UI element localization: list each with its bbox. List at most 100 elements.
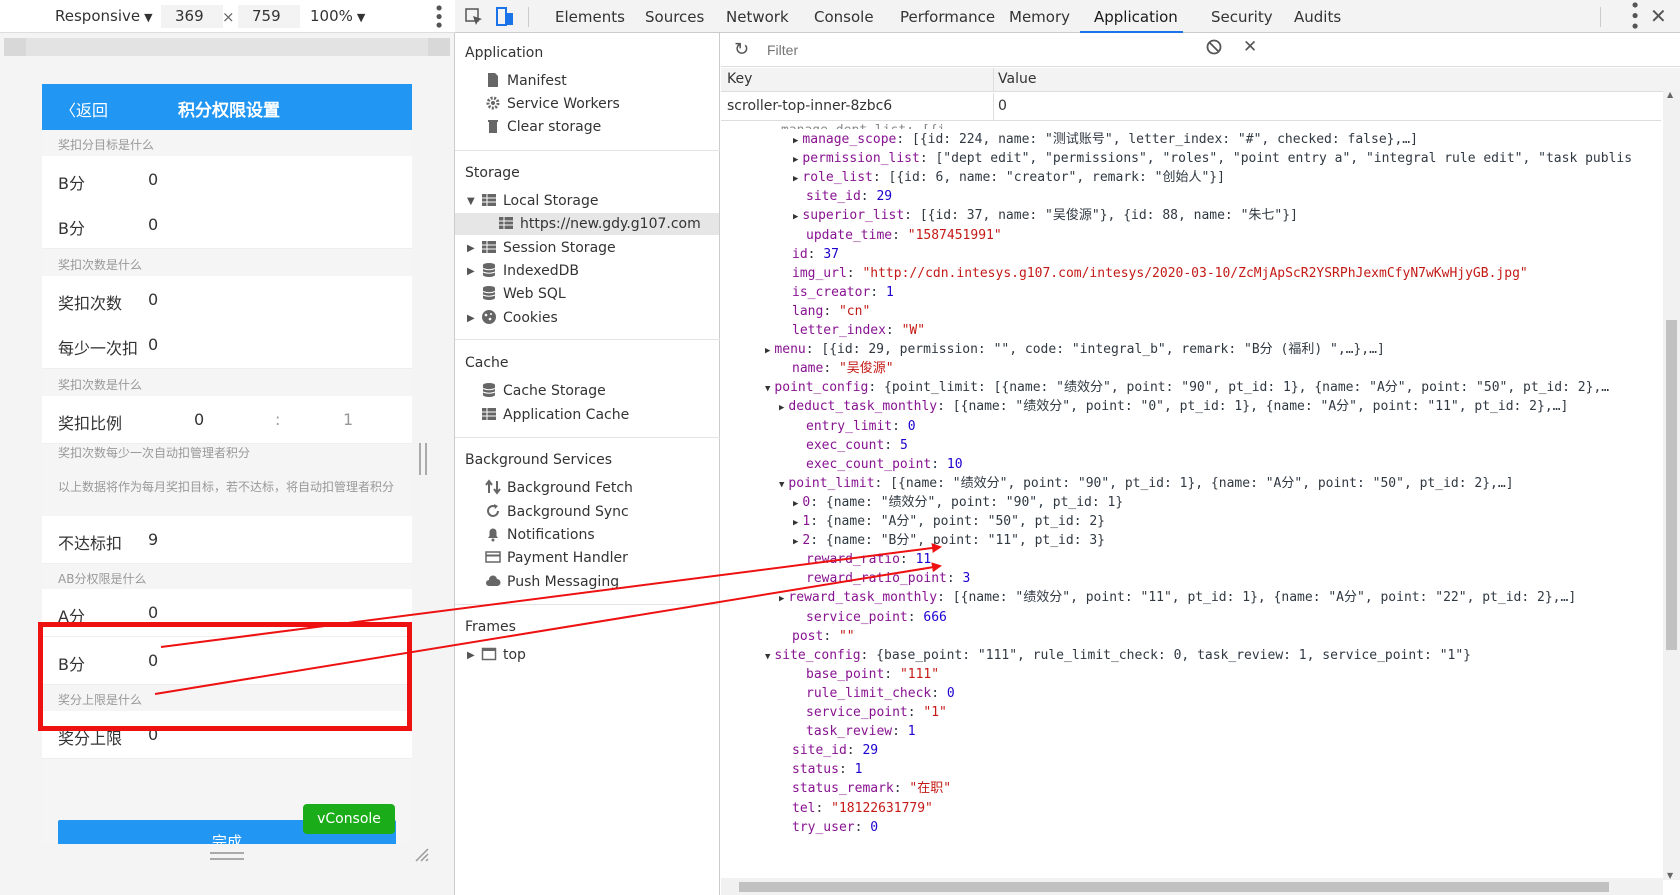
expand-arrow-icon[interactable]: ▶ <box>467 266 475 277</box>
sidebar-item-indexeddb[interactable]: IndexedDB <box>481 260 579 282</box>
expand-triangle-icon[interactable]: ▶ <box>779 594 784 604</box>
devtools-menu-icon[interactable]: ••• <box>1623 0 1644 31</box>
sidebar-item-push-messaging[interactable]: Push Messaging <box>485 571 619 593</box>
sidebar-item-payment-handler[interactable]: Payment Handler <box>485 547 628 569</box>
expand-arrow-icon[interactable]: ▶ <box>467 650 475 661</box>
inspector-property[interactable]: ▶ manage_scope: [{id: 224, name: "测试账号", … <box>793 130 1418 149</box>
sidebar-item-background-fetch[interactable]: Background Fetch <box>485 477 633 499</box>
inspector-property[interactable]: ▼ point_config: {point_limit: [{name: "绩效… <box>765 378 1609 397</box>
inspector-property[interactable]: ▶ 1: {name: "A分", point: "50", pt_id: 2} <box>793 512 1105 531</box>
expand-arrow-icon[interactable]: ▼ <box>467 196 475 207</box>
property-value: 1 <box>908 724 916 739</box>
more-options-icon[interactable]: ••• <box>427 3 448 29</box>
expand-triangle-icon[interactable]: ▶ <box>793 212 798 222</box>
tab-performance[interactable]: Performance <box>900 8 995 26</box>
tab-security[interactable]: Security <box>1211 8 1273 26</box>
column-header-key[interactable]: Key <box>727 71 752 87</box>
tab-sources[interactable]: Sources <box>645 8 704 26</box>
expand-arrow-icon[interactable]: ▶ <box>467 243 475 254</box>
property-value-text: 0 <box>870 819 879 835</box>
scroll-down-icon[interactable]: ▼ <box>1667 871 1673 880</box>
inspect-element-icon[interactable] <box>462 5 486 29</box>
sidebar-item-manifest[interactable]: Manifest <box>485 70 567 92</box>
expand-triangle-icon[interactable]: ▶ <box>793 155 798 165</box>
tab-memory[interactable]: Memory <box>1009 8 1070 26</box>
sidebar-item-service-workers[interactable]: Service Workers <box>485 93 620 115</box>
inspector-property[interactable]: ▼ point_limit: [{name: "绩效分", point: "90"… <box>779 474 1514 493</box>
filter-input[interactable] <box>761 39 1181 61</box>
collapse-triangle-icon[interactable]: ▼ <box>779 480 784 490</box>
group-title-application: Application <box>465 45 544 61</box>
vconsole-button[interactable]: vConsole <box>303 804 395 834</box>
form-row[interactable]: B分 0 <box>42 156 412 204</box>
sidebar-item-background-sync[interactable]: Background Sync <box>485 501 629 523</box>
expand-triangle-icon[interactable]: ▶ <box>793 174 798 184</box>
device-width-input[interactable]: 369 <box>161 5 223 28</box>
row-label: B分 <box>58 219 85 238</box>
sidebar-item-notifications[interactable]: Notifications <box>485 524 595 546</box>
table-row[interactable]: scroller-top-inner-8zbc6 0 <box>721 93 1661 121</box>
sidebar-item-session-storage[interactable]: Session Storage <box>481 237 616 259</box>
tab-audits[interactable]: Audits <box>1294 8 1341 26</box>
collapse-triangle-icon[interactable]: ▼ <box>765 384 770 394</box>
sidebar-item-local-storage-origin[interactable]: https://new.gdy.g107.com <box>455 213 719 235</box>
device-toggle-icon[interactable] <box>493 5 517 29</box>
expand-triangle-icon[interactable]: ▶ <box>793 136 798 146</box>
sidebar-item-frame-top[interactable]: top <box>481 644 526 666</box>
expand-triangle-icon[interactable]: ▶ <box>793 537 798 547</box>
inspector-property[interactable]: ▶ menu: [{id: 29, permission: "", code: "… <box>765 340 1385 359</box>
expand-triangle-icon[interactable]: ▶ <box>793 499 798 509</box>
ratio-row[interactable]: 奖扣比例 0 : 1 <box>42 396 412 444</box>
viewport-resize-handle-bottom[interactable] <box>210 852 244 860</box>
close-devtools-icon[interactable]: ✕ <box>1650 4 1667 28</box>
inspector-property[interactable]: ▶ permission_list: ["dept edit", "permiss… <box>793 149 1632 168</box>
property-key: post <box>792 628 824 644</box>
scrollbar-thumb[interactable] <box>739 882 1609 892</box>
device-mode-select[interactable]: Responsive ▼ <box>55 7 153 25</box>
viewport-resize-handle-right[interactable] <box>419 443 427 475</box>
inspector-horizontal-scrollbar[interactable] <box>721 878 1663 895</box>
scroll-up-icon[interactable]: ▲ <box>1667 90 1673 99</box>
sidebar-item-clear-storage[interactable]: Clear storage <box>485 116 601 138</box>
zoom-select[interactable]: 100% ▼ <box>310 7 365 25</box>
inspector-vertical-scrollbar[interactable]: ▲ ▼ <box>1663 90 1680 880</box>
expand-triangle-icon[interactable]: ▶ <box>779 403 784 413</box>
media-query-ruler[interactable] <box>4 38 450 56</box>
inspector-property[interactable]: ▶ reward_task_monthly: [{name: "绩效分", poi… <box>779 588 1576 607</box>
sidebar-item-cookies[interactable]: Cookies <box>481 307 558 329</box>
inspector-property[interactable]: ▶ 2: {name: "B分", point: "11", pt_id: 3} <box>793 531 1105 550</box>
tab-elements[interactable]: Elements <box>555 8 625 26</box>
collapse-triangle-icon[interactable]: ▼ <box>765 652 770 662</box>
inspector-property[interactable]: ▼ site_config: {base_point: "111", rule_l… <box>765 646 1471 665</box>
resize-corner-icon[interactable] <box>414 847 430 863</box>
column-header-value[interactable]: Value <box>998 71 1036 87</box>
device-height-input[interactable]: 759 <box>238 5 300 28</box>
inspector-property[interactable]: ▶ deduct_task_monthly: [{name: "绩效分", poi… <box>779 397 1568 416</box>
expand-triangle-icon[interactable]: ▶ <box>765 346 770 356</box>
back-button[interactable]: 〈返回 <box>60 97 108 121</box>
expand-arrow-icon[interactable]: ▶ <box>467 313 475 324</box>
inspector-property[interactable]: ▶ superior_list: [{id: 37, name: "吴俊源"}, … <box>793 206 1298 225</box>
tab-network[interactable]: Network <box>726 8 789 26</box>
sidebar-item-cache-storage[interactable]: Cache Storage <box>481 380 606 402</box>
form-row[interactable]: 不达标扣 9 <box>42 516 412 564</box>
property-colon: : <box>823 628 839 644</box>
refresh-icon[interactable]: ↻ <box>734 39 749 60</box>
property-value-text: 29 <box>862 743 879 759</box>
form-row[interactable]: 每少一次扣 0 <box>42 321 412 369</box>
form-row[interactable]: B分 0 <box>42 201 412 249</box>
inspector-property[interactable]: ▶ role_list: [{id: 6, name: "creator", re… <box>793 168 1225 187</box>
form-row[interactable]: 奖扣次数 0 <box>42 276 412 324</box>
property-colon: : <box>937 590 953 606</box>
clear-all-icon[interactable] <box>1206 39 1222 55</box>
delete-selected-icon[interactable]: ✕ <box>1243 37 1257 57</box>
inspector-property: name: "吴俊源" <box>779 359 894 378</box>
inspector-property[interactable]: ▶ 0: {name: "绩效分", point: "90", pt_id: 1} <box>793 493 1123 512</box>
sidebar-item-local-storage[interactable]: Local Storage <box>481 190 599 212</box>
tab-console[interactable]: Console <box>814 8 874 26</box>
scrollbar-thumb[interactable] <box>1666 320 1677 650</box>
sidebar-item-application-cache[interactable]: Application Cache <box>481 404 629 426</box>
expand-triangle-icon[interactable]: ▶ <box>793 518 798 528</box>
sidebar-item-web-sql[interactable]: Web SQL <box>481 283 566 305</box>
tab-application[interactable]: Application <box>1094 8 1178 26</box>
